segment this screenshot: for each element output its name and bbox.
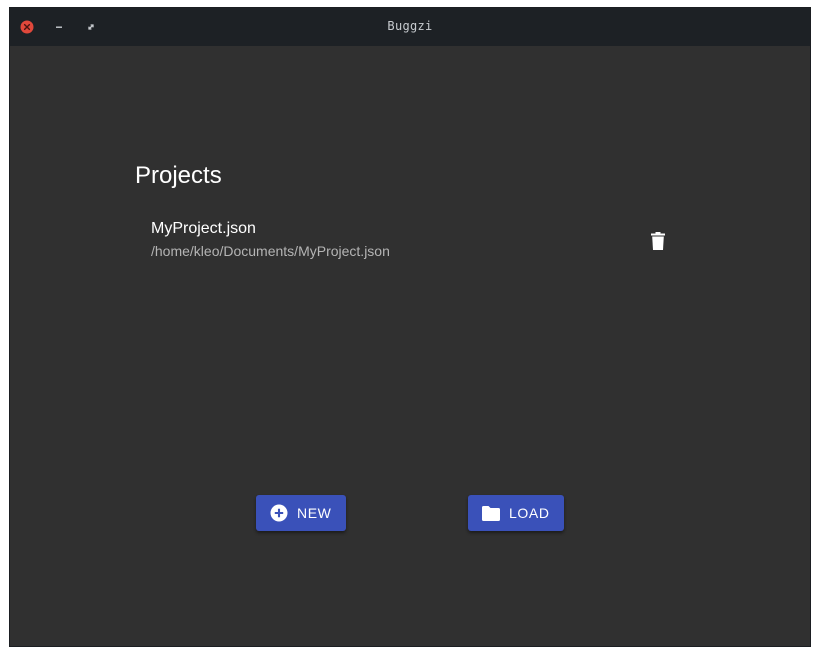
app-window: Buggzi Projects MyProject.json /home/kle… [9, 7, 811, 647]
window-title: Buggzi [387, 19, 433, 33]
project-name: MyProject.json [151, 220, 256, 237]
delete-project-button[interactable] [643, 226, 673, 256]
trash-icon [651, 232, 665, 250]
folder-icon [481, 503, 501, 523]
load-button-label: LOAD [509, 505, 550, 521]
title-bar[interactable]: Buggzi [10, 8, 810, 46]
project-path: /home/kleo/Documents/MyProject.json [151, 243, 390, 259]
new-project-button[interactable]: NEW [256, 495, 346, 531]
new-button-label: NEW [297, 505, 332, 521]
plus-circle-icon [269, 503, 289, 523]
load-project-button[interactable]: LOAD [468, 495, 564, 531]
list-item[interactable]: MyProject.json /home/kleo/Documents/MyPr… [135, 208, 685, 272]
page-title: Projects [135, 162, 222, 189]
